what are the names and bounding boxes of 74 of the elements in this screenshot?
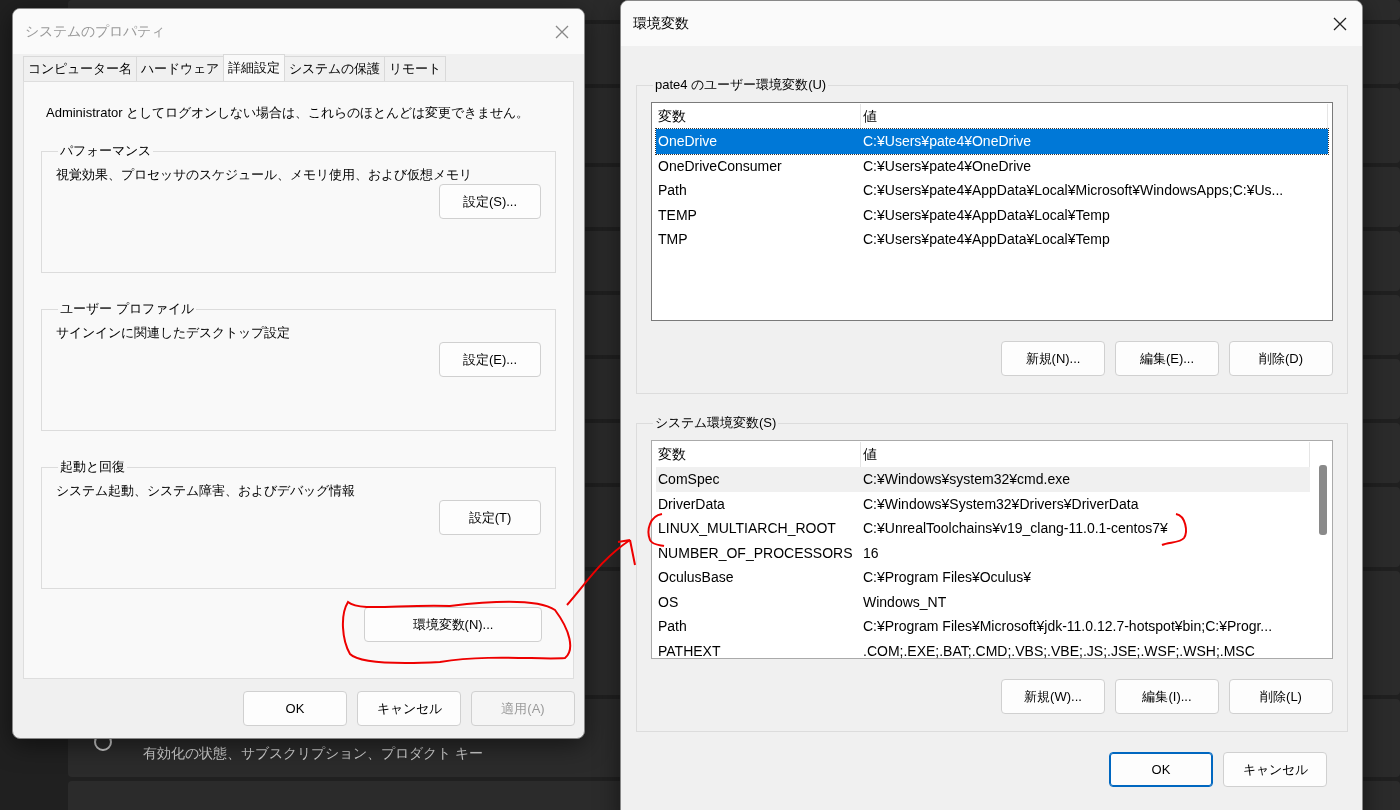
setting-description: 有効化の状態、サブスクリプション、プロダクト キー — [143, 745, 483, 763]
variable-name: LINUX_MULTIARCH_ROOT — [657, 520, 837, 537]
variable-name: OS — [657, 593, 680, 610]
environment-variables-button[interactable]: 環境変数(N)... — [364, 607, 542, 642]
variable-value: C:¥Users¥pate4¥AppData¥Local¥Microsoft¥WindowsApps;C:¥Us... — [862, 182, 1284, 199]
group-title: パフォーマンス — [59, 142, 152, 160]
list-row[interactable]: TEMP C:¥Users¥pate4¥AppData¥Local¥Temp — [656, 202, 1328, 227]
dialog-button[interactable]: キャンセル — [1223, 752, 1327, 787]
variable-name: OculusBase — [657, 569, 735, 586]
variable-value: C:¥Users¥pate4¥OneDrive — [862, 157, 1032, 174]
scrollbar-thumb[interactable] — [1319, 465, 1327, 535]
close-icon — [555, 24, 569, 39]
variable-name: TMP — [657, 231, 689, 248]
settings-button[interactable]: 設定(S)... — [439, 184, 541, 219]
group-title: pate4 のユーザー環境変数(U) — [654, 76, 828, 94]
list-button[interactable]: 削除(D) — [1229, 341, 1333, 376]
variable-name: NUMBER_OF_PROCESSORS — [657, 544, 854, 561]
group-title: 起動と回復 — [59, 458, 126, 476]
dialog-button[interactable]: OK — [243, 691, 347, 726]
variable-name: OneDrive — [657, 133, 719, 150]
variable-value: C:¥UnrealToolchains¥v19_clang-11.0.1-centos7¥ — [862, 520, 1168, 537]
list-button[interactable]: 削除(L) — [1229, 679, 1333, 714]
list-row[interactable]: TMP C:¥Users¥pate4¥AppData¥Local¥Temp — [656, 227, 1328, 252]
variable-name: TEMP — [657, 206, 698, 223]
group-description: システム起動、システム障害、およびデバッグ情報 — [56, 482, 356, 500]
variable-value: C:¥Windows¥System32¥Drivers¥DriverData — [862, 495, 1139, 512]
variable-value: C:¥Program Files¥Oculus¥ — [862, 569, 1032, 586]
list-row[interactable]: OneDrive C:¥Users¥pate4¥OneDrive — [656, 129, 1328, 154]
variable-value: C:¥Users¥pate4¥OneDrive — [862, 133, 1032, 150]
variables-list[interactable] — [651, 440, 1333, 659]
settings-button[interactable]: 設定(T) — [439, 500, 541, 535]
list-row[interactable]: OS Windows_NT — [656, 589, 1310, 614]
tab[interactable]: 詳細設定 — [223, 54, 285, 81]
variable-name: Path — [657, 618, 688, 635]
list-row[interactable]: OculusBase C:¥Program Files¥Oculus¥ — [656, 565, 1310, 590]
variable-name: ComSpec — [657, 471, 721, 488]
list-button[interactable]: 編集(E)... — [1115, 341, 1219, 376]
variable-name: PATHEXT — [657, 642, 722, 658]
arrow-annotation — [566, 539, 636, 606]
list-row[interactable]: OneDriveConsumer C:¥Users¥pate4¥OneDrive — [656, 153, 1328, 178]
variable-value: C:¥Users¥pate4¥AppData¥Local¥Temp — [862, 231, 1110, 248]
group-description: サインインに関連したデスクトップ設定 — [56, 324, 291, 342]
window-title: システムのプロパティ — [25, 22, 165, 41]
notice-text: Administrator としてログオンしない場合は、これらのほとんどは変更できません。 — [45, 104, 531, 122]
list-button[interactable]: 新規(W)... — [1001, 679, 1105, 714]
variable-name: DriverData — [657, 495, 726, 512]
dialog-button[interactable]: OK — [1109, 752, 1213, 787]
variable-value: Windows_NT — [862, 593, 947, 610]
variable-name: Path — [657, 182, 688, 199]
variable-value: C:¥Windows¥system32¥cmd.exe — [862, 471, 1070, 488]
tab[interactable]: コンピューター名 — [23, 56, 137, 81]
close-icon — [1333, 16, 1347, 31]
list-row[interactable]: Path C:¥Users¥pate4¥AppData¥Local¥Microsoft¥WindowsApps;C:¥Us... — [656, 178, 1328, 203]
variables-list[interactable] — [651, 102, 1333, 321]
variable-value: 16 — [862, 544, 879, 561]
group-description: 視覚効果、プロセッサのスケジュール、メモリ使用、および仮想メモリ — [56, 166, 473, 184]
dialog-button[interactable]: キャンセル — [357, 691, 461, 726]
variable-name: OneDriveConsumer — [657, 157, 783, 174]
list-row[interactable]: DriverData C:¥Windows¥System32¥Drivers¥DriverData — [656, 491, 1310, 516]
group-title: ユーザー プロファイル — [59, 300, 195, 318]
window-title: 環境変数 — [633, 14, 689, 33]
list-row[interactable]: PATHEXT .COM;.EXE;.BAT;.CMD;.VBS;.VBE;.JS;.JSE;.WSF;.WSH;.MSC — [656, 638, 1310, 658]
list-row[interactable]: ComSpec C:¥Windows¥system32¥cmd.exe — [656, 467, 1310, 492]
list-row[interactable]: NUMBER_OF_PROCESSORS 16 — [656, 540, 1310, 565]
list-row[interactable]: LINUX_MULTIARCH_ROOT C:¥UnrealToolchains¥v19_clang-11.0.1-centos7¥ — [656, 516, 1310, 541]
list-button[interactable]: 新規(N)... — [1001, 341, 1105, 376]
variable-value: C:¥Program Files¥Microsoft¥jdk-11.0.12.7-hotspot¥bin;C:¥Progr... — [862, 618, 1273, 635]
tab[interactable]: リモート — [384, 56, 446, 81]
list-button[interactable]: 編集(I)... — [1115, 679, 1219, 714]
variable-value: C:¥Users¥pate4¥AppData¥Local¥Temp — [862, 206, 1110, 223]
list-row[interactable]: Path C:¥Program Files¥Microsoft¥jdk-11.0.12.7-hotspot¥bin;C:¥Progr... — [656, 614, 1310, 639]
variable-value: .COM;.EXE;.BAT;.CMD;.VBS;.VBE;.JS;.JSE;.WSF;.WSH;.MSC — [862, 642, 1255, 658]
settings-button[interactable]: 設定(E)... — [439, 342, 541, 377]
group-title: システム環境変数(S) — [654, 414, 778, 432]
